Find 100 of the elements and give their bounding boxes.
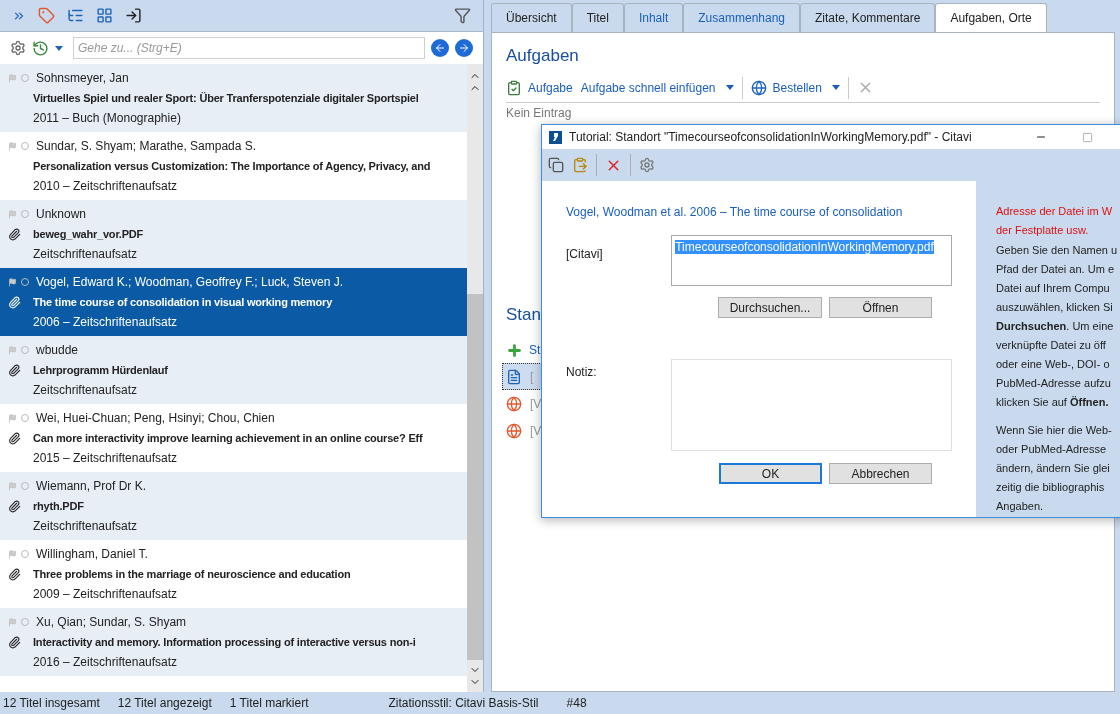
paste-icon[interactable] — [572, 157, 588, 173]
reference-item[interactable]: wbudde Lehrprogramm Hürdenlauf Zeitschriftenaufsatz — [0, 336, 467, 404]
reference-meta: 2010 – Zeitschriftenaufsatz — [32, 178, 179, 195]
caret-icon — [831, 85, 840, 90]
help-heading: Adresse der Datei im W der Festplatte usw. — [996, 204, 1114, 238]
app-icon — [549, 130, 562, 144]
reference-citation: Vogel, Woodman et al. 2006 – The time course of consolidation — [566, 204, 904, 221]
reference-title: Virtuelles Spiel und realer Sport: Über Tranferspotenziale digitaler Sportspiel — [33, 90, 419, 106]
reference-meta: Zeitschriftenaufsatz — [32, 518, 139, 535]
tab[interactable]: Übersicht — [491, 3, 572, 32]
reference-authors: Sundar, S. Shyam; Marathe, Sampada S. — [36, 138, 257, 155]
settings-icon[interactable] — [10, 40, 26, 56]
back-button[interactable] — [431, 39, 449, 57]
attachment-icon — [8, 295, 21, 309]
location-label: [ — [530, 368, 534, 386]
location-label: [V — [530, 422, 542, 440]
section-heading: Stan — [506, 303, 541, 326]
status-text: 12 Titel insgesamt — [3, 695, 100, 712]
reference-authors: Wiemann, Prof Dr K. — [36, 478, 147, 495]
reference-authors: Xu, Qian; Sundar, S. Shyam — [36, 614, 187, 631]
reference-authors: wbudde — [36, 342, 79, 359]
attachment-icon — [8, 567, 21, 581]
tree-filter-icon[interactable] — [67, 7, 84, 24]
reference-title: Lehrprogramm Hürdenlauf — [33, 362, 168, 378]
task-add-icon — [506, 79, 522, 96]
section-heading: Aufgaben — [506, 45, 579, 67]
reference-item[interactable]: Wiemann, Prof Dr K. rhyth.PDF Zeitschriftenaufsatz — [0, 472, 467, 540]
reference-title: rhyth.PDF — [33, 498, 84, 514]
reference-meta: 2006 – Zeitschriftenaufsatz — [32, 314, 179, 331]
add-location-link[interactable]: St — [529, 341, 541, 359]
reference-title: Interactivity and memory. Information processing of interactive versus non-i — [33, 634, 416, 650]
scrollbar[interactable] — [467, 64, 483, 692]
open-button[interactable]: Öffnen — [829, 297, 932, 318]
status-text: Zitationsstil: Citavi Basis-Stil — [388, 695, 539, 712]
reference-item[interactable]: Sohnsmeyer, Jan Virtuelles Spiel und realer Sport: Über Tranferspotenziale digitaler Sportspiel 2011 – Buch (Monographie) — [0, 64, 467, 132]
field-label: [Citavi] — [566, 246, 604, 263]
history-icon[interactable] — [32, 39, 49, 57]
reference-authors: Sohnsmeyer, Jan — [36, 70, 129, 87]
import-filter-icon[interactable] — [125, 7, 142, 24]
reference-item[interactable]: Xu, Qian; Sundar, S. Shyam Interactivity and memory. Information processing of interactive versus non-i 2016 – Zeitschriftenaufsatz — [0, 608, 467, 676]
reference-title: beweg_wahr_vor.PDF — [33, 226, 144, 242]
status-text: 12 Titel angezeigt — [117, 695, 212, 712]
arrow-right-icon — [458, 42, 470, 54]
reference-meta: 2015 – Zeitschriftenaufsatz — [32, 450, 179, 467]
tab[interactable]: Aufgaben, Orte — [935, 3, 1047, 32]
reference-meta: 2016 – Zeitschriftenaufsatz — [32, 654, 179, 671]
settings-icon[interactable] — [639, 157, 655, 173]
reference-title: Can more interactivity improve learning achievement in an online course? Eff — [33, 430, 423, 446]
reference-title: Personalization versus Customization: The Importance of Agency, Privacy, and — [33, 158, 431, 174]
status-text: 1 Titel markiert — [229, 695, 309, 712]
reference-item[interactable]: Vogel, Edward K.; Woodman, Geoffrey F.; Luck, Steven J. The time course of consolidation in visual working memory 2006 – Zeitschriftenaufsatz — [0, 268, 467, 336]
tag-filter-icon[interactable] — [38, 7, 55, 24]
cancel-button[interactable]: Abbrechen — [829, 463, 932, 484]
reference-meta: Zeitschriftenaufsatz — [32, 246, 139, 263]
reference-title: Three problems in the marriage of neuroscience and education — [33, 566, 351, 582]
field-label: Notiz: — [566, 364, 598, 381]
reference-authors: Willingham, Daniel T. — [36, 546, 148, 563]
dialog-title: Tutorial: Standort "TimecourseofconsolidationInWorkingMemory.pdf" - Citavi — [569, 129, 972, 146]
browse-button[interactable]: Durchsuchen... — [718, 297, 822, 318]
help-paragraph: Wenn Sie hier die Web- oder PubMed-Adresse ändern, ändern Sie glei zeitig die bibliographis Angaben. — [996, 423, 1113, 514]
toolbar-button[interactable]: Aufgabe schnell einfügen — [580, 78, 734, 97]
reference-meta: 2011 – Buch (Monographie) — [32, 110, 182, 127]
attachment-icon — [8, 499, 21, 513]
reference-meta: Zeitschriftenaufsatz — [32, 382, 139, 399]
flag-icon[interactable] — [8, 277, 17, 287]
tab[interactable]: Titel — [571, 3, 624, 32]
pdf-file-icon — [506, 368, 522, 385]
reference-title: The time course of consolidation in visual working memory — [33, 294, 333, 310]
search-field[interactable]: Gehe zu... (Strg+E) — [73, 37, 425, 59]
ok-button[interactable]: OK — [719, 463, 822, 484]
reference-authors: Vogel, Edward K.; Woodman, Geoffrey F.; Luck, Steven J. — [36, 274, 344, 291]
caret-icon — [725, 85, 734, 90]
attachment-icon — [8, 635, 21, 649]
reference-meta: 2009 – Zeitschriftenaufsatz — [32, 586, 179, 603]
globe-icon — [750, 79, 767, 96]
dropdown-caret-icon — [55, 45, 63, 51]
empty-message: Kein Eintrag — [506, 104, 572, 122]
note-field[interactable] — [671, 359, 952, 451]
maximize-icon[interactable] — [1082, 131, 1093, 143]
location-label: [V — [530, 395, 542, 413]
attachment-icon — [8, 363, 21, 377]
toolbar-button[interactable]: Aufgabe — [506, 78, 573, 97]
attachment-icon — [8, 227, 21, 241]
add-icon[interactable] — [506, 341, 523, 359]
grid-filter-icon[interactable] — [96, 7, 113, 24]
toolbar-button[interactable]: Bestellen — [750, 78, 840, 97]
filter-icon[interactable] — [454, 7, 471, 24]
tab[interactable]: Zusammenhang — [683, 3, 800, 32]
attachment-icon — [8, 431, 21, 445]
reference-authors: Unknown — [36, 206, 87, 223]
reference-item[interactable]: Unknown beweg_wahr_vor.PDF Zeitschriftenaufsatz — [0, 200, 467, 268]
reference-authors: Wei, Huei-Chuan; Peng, Hsinyi; Chou, Chien — [36, 410, 275, 427]
forward-button[interactable] — [455, 39, 473, 57]
tab[interactable]: Inhalt — [623, 3, 684, 32]
status-text: #48 — [566, 695, 587, 712]
arrow-left-icon — [434, 42, 446, 54]
web-file-icon — [506, 422, 522, 439]
tab[interactable]: Zitate, Kommentare — [800, 3, 936, 32]
copy-icon[interactable] — [548, 157, 564, 173]
scroll-thumb[interactable] — [467, 294, 483, 660]
